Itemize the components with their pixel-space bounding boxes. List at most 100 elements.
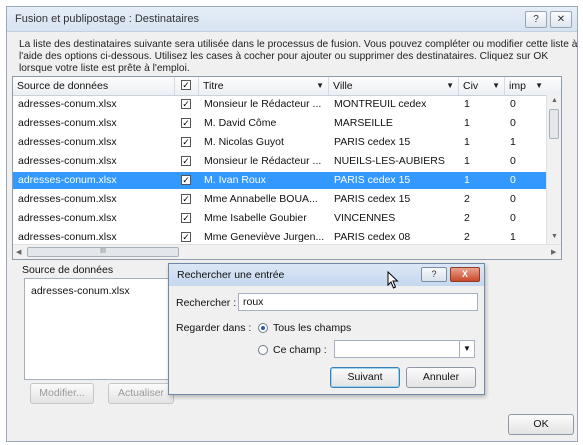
next-button[interactable]: Suivant [330, 367, 400, 388]
find-title-bar: Rechercher une entrée ? X [169, 264, 484, 286]
scroll-thumb[interactable]: III [27, 247, 179, 257]
source-list-item[interactable]: adresses-conum.xlsx [31, 285, 130, 297]
cell-ville: PARIS cedex 15 [334, 193, 411, 205]
cell-titre: Mme Annabelle BOUA... [204, 193, 318, 205]
scroll-left-icon[interactable]: ◀ [16, 248, 21, 256]
scroll-up-icon[interactable]: ▲ [551, 97, 558, 104]
horizontal-scrollbar[interactable]: ◀ III ▶ [13, 244, 561, 259]
row-checkbox[interactable]: ✓ [181, 213, 191, 223]
actualiser-button[interactable]: Actualiser [108, 383, 174, 404]
all-fields-label[interactable]: Tous les champs [273, 322, 351, 334]
cell-imp: 0 [510, 117, 516, 129]
scroll-down-icon[interactable]: ▼ [551, 233, 558, 240]
cell-imp: 1 [510, 136, 516, 148]
this-field-label[interactable]: Ce champ : [273, 344, 327, 356]
row-checkbox[interactable]: ✓ [181, 137, 191, 147]
source-label: Source de données [22, 264, 114, 276]
find-help-button[interactable]: ? [421, 267, 447, 282]
ok-button[interactable]: OK [508, 414, 574, 435]
cell-imp: 0 [510, 193, 516, 205]
this-field-radio[interactable] [258, 345, 268, 355]
table-row[interactable]: adresses-conum.xlsx Monsieur le Rédacteur… [13, 96, 547, 113]
cell-imp: 0 [510, 98, 516, 110]
column-check[interactable]: ✓ [175, 77, 199, 95]
cell-civ: 1 [464, 136, 470, 148]
source-list[interactable]: adresses-conum.xlsx [24, 278, 174, 380]
look-in-label: Regarder dans : [176, 322, 252, 334]
field-select[interactable]: ▼ [334, 340, 475, 358]
cell-source: adresses-conum.xlsx [18, 212, 117, 224]
chevron-down-icon[interactable]: ▼ [535, 77, 543, 95]
header-checkbox[interactable]: ✓ [181, 80, 191, 90]
row-checkbox[interactable]: ✓ [181, 194, 191, 204]
cell-source: adresses-conum.xlsx [18, 117, 117, 129]
cell-imp: 0 [510, 155, 516, 167]
search-input[interactable]: roux [238, 293, 478, 311]
column-titre-label: Titre [203, 80, 224, 92]
window-title: Fusion et publipostage : Destinataires [15, 13, 200, 25]
chevron-down-icon[interactable]: ▼ [446, 77, 454, 95]
cell-titre: Mme Isabelle Goubier [204, 212, 307, 224]
cell-source: adresses-conum.xlsx [18, 174, 117, 186]
table-row[interactable]: adresses-conum.xlsx Mme Isabelle Goubier V… [13, 210, 547, 227]
search-label-text: Rechercher : [176, 297, 237, 309]
table-row[interactable]: adresses-conum.xlsx Monsieur le Rédacteur… [13, 153, 547, 170]
title-bar: Fusion et publipostage : Destinataires ?… [7, 7, 577, 32]
cell-titre: M. Ivan Roux [204, 174, 266, 186]
column-source[interactable]: Source de données [13, 77, 175, 95]
column-civ-label: Civ [463, 80, 479, 92]
cell-titre: M. Nicolas Guyot [204, 136, 284, 148]
row-checkbox[interactable]: ✓ [181, 175, 191, 185]
scroll-thumb[interactable] [549, 109, 559, 139]
cell-civ: 1 [464, 155, 470, 167]
cell-civ: 1 [464, 174, 470, 186]
row-checkbox[interactable]: ✓ [181, 156, 191, 166]
find-close-button[interactable]: X [450, 267, 480, 282]
cell-source: adresses-conum.xlsx [18, 136, 117, 148]
column-ville-label: Ville [333, 80, 353, 92]
vertical-scrollbar[interactable]: ▲ ▼ [546, 95, 561, 245]
cell-ville: VINCENNES [334, 212, 396, 224]
table-row[interactable]: adresses-conum.xlsx M. Ivan Roux PARIS ced… [13, 172, 547, 189]
cell-source: adresses-conum.xlsx [18, 98, 117, 110]
scroll-right-icon[interactable]: ▶ [551, 248, 556, 256]
close-button[interactable]: ✕ [550, 11, 572, 28]
cell-titre: Monsieur le Rédacteur ... [204, 98, 322, 110]
cancel-button[interactable]: Annuler [406, 367, 476, 388]
chevron-down-icon[interactable]: ▼ [492, 77, 500, 95]
column-imp-label: imp [509, 80, 526, 92]
row-checkbox[interactable]: ✓ [181, 99, 191, 109]
column-titre[interactable]: Titre ▼ [199, 77, 329, 95]
search-label: Rechercher : [176, 297, 236, 309]
column-source-label: Source de données [17, 80, 109, 92]
all-fields-radio[interactable] [258, 323, 268, 333]
chevron-down-icon[interactable]: ▼ [459, 341, 474, 357]
find-title: Rechercher une entrée [177, 269, 285, 281]
cell-civ: 1 [464, 98, 470, 110]
row-checkbox[interactable]: ✓ [181, 118, 191, 128]
cell-civ: 2 [464, 193, 470, 205]
table-row[interactable]: adresses-conum.xlsx M. Nicolas Guyot PARIS… [13, 134, 547, 151]
chevron-down-icon[interactable]: ▼ [316, 77, 324, 95]
mouse-cursor-icon [387, 271, 399, 289]
cell-ville: NUEILS-LES-AUBIERS [334, 155, 445, 167]
column-ville[interactable]: Ville ▼ [329, 77, 459, 95]
help-button[interactable]: ? [525, 11, 547, 28]
cell-source: adresses-conum.xlsx [18, 193, 117, 205]
cell-imp: 0 [510, 174, 516, 186]
cell-source: adresses-conum.xlsx [18, 155, 117, 167]
row-checkbox[interactable]: ✓ [181, 232, 191, 242]
cell-imp: 0 [510, 212, 516, 224]
column-civ[interactable]: Civ ▼ [459, 77, 505, 95]
table-header: Source de données ✓ Titre ▼ Ville ▼ Civ ▼ i… [13, 77, 561, 96]
cell-ville: MONTREUIL cedex [334, 98, 427, 110]
cell-ville: PARIS cedex 15 [334, 136, 411, 148]
column-imp[interactable]: imp ▼ [505, 77, 547, 95]
table-row[interactable]: adresses-conum.xlsx Mme Annabelle BOUA...… [13, 191, 547, 208]
description-text: La liste des destinataires suivante sera… [19, 39, 578, 74]
cell-titre: Monsieur le Rédacteur ... [204, 155, 322, 167]
modifier-button[interactable]: Modifier... [30, 383, 94, 404]
table-row[interactable]: adresses-conum.xlsx M. David Côme MARSEILL… [13, 115, 547, 132]
cell-civ: 1 [464, 117, 470, 129]
cell-civ: 2 [464, 212, 470, 224]
